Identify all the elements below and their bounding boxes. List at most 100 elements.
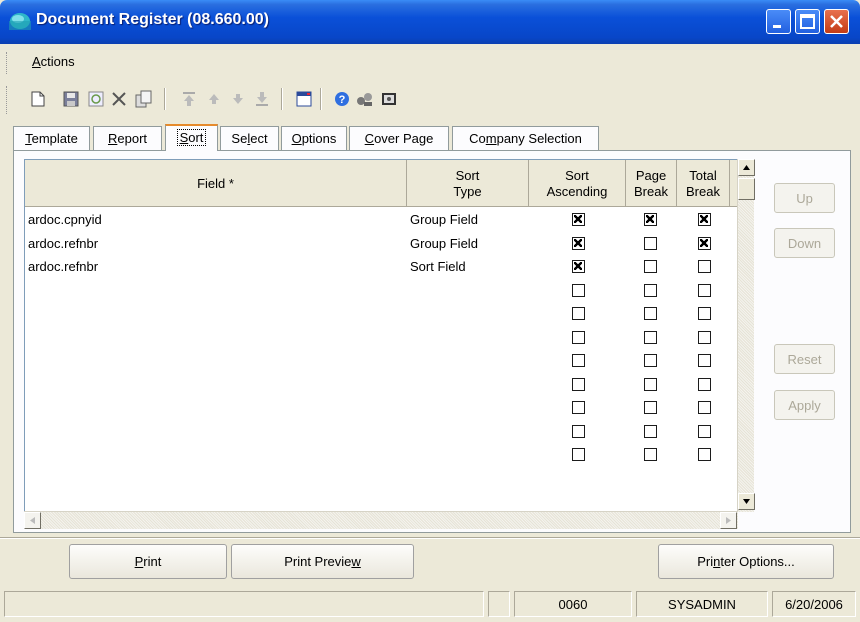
total-break-checkbox[interactable]: [698, 448, 711, 461]
help-icon[interactable]: ?: [333, 90, 351, 108]
sort-ascending-checkbox[interactable]: [572, 307, 585, 320]
last-icon[interactable]: [253, 90, 271, 108]
print-button[interactable]: Print: [69, 544, 227, 579]
sort-ascending-checkbox[interactable]: [572, 213, 585, 226]
total-break-checkbox[interactable]: [698, 354, 711, 367]
page-break-checkbox[interactable]: [644, 213, 657, 226]
next-icon[interactable]: [229, 90, 247, 108]
scroll-thumb[interactable]: [738, 178, 755, 200]
tab-template[interactable]: Template: [13, 126, 90, 150]
sort-ascending-checkbox[interactable]: [572, 236, 585, 250]
previous-icon[interactable]: [205, 90, 223, 108]
page-break-checkbox[interactable]: [644, 330, 657, 344]
toolbar: ?: [0, 78, 860, 123]
page-break-checkbox[interactable]: [644, 236, 657, 250]
scroll-down-button[interactable]: [738, 493, 755, 510]
sort-grid[interactable]: Field * Sort Type Sort Ascending Page Br…: [24, 159, 738, 529]
page-break-checkbox[interactable]: [644, 424, 657, 438]
table-row[interactable]: [25, 280, 737, 303]
close-button[interactable]: [824, 9, 849, 34]
header-sort-type[interactable]: Sort Type: [407, 160, 529, 207]
scroll-up-button[interactable]: [738, 159, 755, 176]
cell-field[interactable]: ardoc.refnbr: [28, 259, 98, 274]
printer-options-button[interactable]: Pri n ter Options...: [658, 544, 834, 579]
status-code: 0060: [514, 591, 632, 617]
tab-company-selection[interactable]: Company Selection: [452, 126, 599, 150]
up-button[interactable]: Up: [774, 183, 835, 213]
total-break-checkbox[interactable]: [698, 330, 711, 344]
down-button[interactable]: Down: [774, 228, 835, 258]
page-break-checkbox[interactable]: [644, 307, 657, 320]
customize-icon[interactable]: [356, 90, 374, 108]
table-row[interactable]: [25, 350, 737, 373]
print-preview-button[interactable]: Print Previe w: [231, 544, 414, 579]
sort-ascending-checkbox[interactable]: [572, 354, 585, 367]
total-break-checkbox[interactable]: [698, 260, 711, 273]
table-row[interactable]: [25, 303, 737, 326]
maximize-button[interactable]: [795, 9, 820, 34]
form-icon[interactable]: [295, 90, 313, 108]
apply-button[interactable]: Apply: [774, 390, 835, 420]
arrow-up-icon: [743, 165, 750, 170]
tab-report[interactable]: Report: [93, 126, 162, 150]
minimize-button[interactable]: [766, 9, 791, 34]
tab-options[interactable]: Options: [281, 126, 347, 150]
sort-ascending-checkbox[interactable]: [572, 401, 585, 414]
tab-sort[interactable]: Sort: [165, 124, 218, 151]
total-break-checkbox[interactable]: [698, 236, 711, 250]
copy-icon[interactable]: [135, 90, 153, 108]
header-total-break[interactable]: Total Break: [677, 160, 730, 207]
table-row[interactable]: [25, 421, 737, 444]
cell-field[interactable]: ardoc.refnbr: [28, 236, 98, 251]
table-row[interactable]: [25, 444, 737, 467]
refresh-icon[interactable]: [87, 90, 105, 108]
tab-cover-page[interactable]: Cover Page: [349, 126, 449, 150]
title-bar[interactable]: Document Register (08.660.00): [0, 0, 860, 44]
total-break-checkbox[interactable]: [698, 213, 711, 226]
header-sort-ascending[interactable]: Sort Ascending: [529, 160, 626, 207]
vertical-scrollbar[interactable]: [737, 159, 755, 512]
total-break-checkbox[interactable]: [698, 307, 711, 320]
table-row[interactable]: ardoc.refnbr Group Field: [25, 233, 737, 256]
table-row[interactable]: [25, 327, 737, 350]
tab-select[interactable]: Select: [220, 126, 279, 150]
page-break-checkbox[interactable]: [644, 448, 657, 461]
page-break-checkbox[interactable]: [644, 283, 657, 297]
page-break-checkbox[interactable]: [644, 354, 657, 367]
total-break-checkbox[interactable]: [698, 424, 711, 438]
scroll-right-button[interactable]: [720, 512, 737, 529]
table-row[interactable]: ardoc.refnbr Sort Field: [25, 256, 737, 279]
table-row[interactable]: [25, 374, 737, 397]
page-break-checkbox[interactable]: [644, 260, 657, 273]
cell-sort-type[interactable]: Sort Field: [410, 259, 466, 274]
sort-ascending-checkbox[interactable]: [572, 424, 585, 438]
total-break-checkbox[interactable]: [698, 401, 711, 414]
first-icon[interactable]: [180, 90, 198, 108]
sort-ascending-checkbox[interactable]: [572, 448, 585, 461]
page-break-checkbox[interactable]: [644, 401, 657, 414]
table-row[interactable]: ardoc.cpnyid Group Field: [25, 209, 737, 232]
menu-grip: [6, 52, 9, 74]
header-field[interactable]: Field *: [25, 160, 407, 207]
cell-sort-type[interactable]: Group Field: [410, 236, 478, 251]
reset-button[interactable]: Reset: [774, 344, 835, 374]
menu-actions[interactable]: Actions: [32, 54, 75, 69]
header-page-break[interactable]: Page Break: [626, 160, 677, 207]
toolbar-separator: [164, 88, 166, 110]
page-break-checkbox[interactable]: [644, 377, 657, 391]
scroll-left-button[interactable]: [24, 512, 41, 529]
total-break-checkbox[interactable]: [698, 283, 711, 297]
table-row[interactable]: [25, 397, 737, 420]
delete-icon[interactable]: [110, 90, 128, 108]
sort-ascending-checkbox[interactable]: [572, 260, 585, 273]
total-break-checkbox[interactable]: [698, 377, 711, 391]
notes-icon[interactable]: [380, 90, 398, 108]
horizontal-scrollbar[interactable]: [24, 511, 738, 529]
save-icon[interactable]: [62, 90, 80, 108]
sort-ascending-checkbox[interactable]: [572, 283, 585, 297]
new-icon[interactable]: [29, 90, 47, 108]
sort-ascending-checkbox[interactable]: [572, 377, 585, 391]
cell-sort-type[interactable]: Group Field: [410, 212, 478, 227]
sort-ascending-checkbox[interactable]: [572, 330, 585, 344]
cell-field[interactable]: ardoc.cpnyid: [28, 212, 102, 227]
